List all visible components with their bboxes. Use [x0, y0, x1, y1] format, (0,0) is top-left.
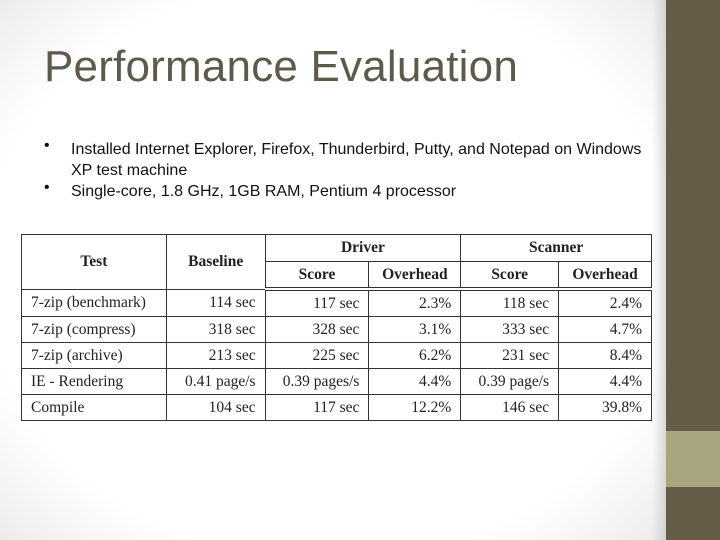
cell-driver-overhead: 4.4% [368, 368, 462, 395]
cell-scanner-score: 231 sec [460, 342, 560, 369]
table-row: 7-zip (compress) 318 sec 328 sec 3.1% 33… [21, 316, 652, 343]
cell-scanner-overhead: 8.4% [558, 342, 652, 369]
cell-baseline: 114 sec [165, 288, 266, 317]
header-driver-score: Score [264, 261, 370, 291]
table-row: 7-zip (archive) 213 sec 225 sec 6.2% 231… [21, 342, 652, 369]
cell-scanner-overhead: 2.4% [558, 288, 652, 317]
cell-driver-score: 117 sec [264, 288, 370, 317]
cell-scanner-overhead: 39.8% [558, 394, 652, 421]
cell-test: Compile [21, 394, 167, 421]
bullet-text: Single-core, 1.8 GHz, 1GB RAM, Pentium 4… [71, 183, 457, 200]
cell-test: 7-zip (archive) [21, 342, 167, 369]
cell-driver-score: 328 sec [264, 316, 370, 343]
performance-table: Test Baseline Driver Scanner Score Overh… [21, 234, 652, 421]
cell-scanner-score: 333 sec [460, 316, 560, 343]
cell-scanner-overhead: 4.7% [558, 316, 652, 343]
header-scanner: Scanner [460, 234, 652, 262]
cell-driver-score: 225 sec [264, 342, 370, 369]
cell-baseline: 213 sec [165, 342, 266, 369]
cell-scanner-score: 118 sec [460, 288, 560, 317]
cell-baseline: 104 sec [165, 394, 266, 421]
header-scanner-overhead: Overhead [558, 261, 652, 291]
cell-driver-overhead: 12.2% [368, 394, 462, 421]
bullet-list: • Installed Internet Explorer, Firefox, … [44, 137, 644, 202]
cell-test: IE - Rendering [21, 368, 167, 395]
side-accent-block [666, 431, 720, 487]
table-header: Test Baseline Driver Scanner Score Overh… [21, 234, 652, 291]
table-row: Compile 104 sec 117 sec 12.2% 146 sec 39… [21, 394, 652, 421]
side-band-shadow [652, 0, 666, 540]
cell-driver-overhead: 2.3% [368, 288, 462, 317]
cell-driver-overhead: 6.2% [368, 342, 462, 369]
bullet-item: • Single-core, 1.8 GHz, 1GB RAM, Pentium… [44, 179, 644, 202]
cell-baseline: 318 sec [165, 316, 266, 343]
header-driver-overhead: Overhead [368, 261, 462, 291]
bullet-text: Installed Internet Explorer, Firefox, Th… [71, 141, 642, 179]
bullet-icon: • [44, 179, 50, 196]
cell-scanner-overhead: 4.4% [558, 368, 652, 395]
bullet-icon: • [44, 137, 50, 154]
table-row: IE - Rendering 0.41 page/s 0.39 pages/s … [21, 368, 652, 395]
cell-test: 7-zip (benchmark) [21, 288, 167, 317]
header-baseline: Baseline [165, 234, 266, 290]
cell-test: 7-zip (compress) [21, 316, 167, 343]
slide-title: Performance Evaluation [44, 42, 518, 91]
cell-driver-score: 0.39 pages/s [264, 368, 370, 395]
cell-scanner-score: 0.39 page/s [460, 368, 560, 395]
cell-driver-score: 117 sec [264, 394, 370, 421]
cell-driver-overhead: 3.1% [368, 316, 462, 343]
header-driver: Driver [264, 234, 462, 262]
header-test: Test [21, 234, 167, 290]
table-row: 7-zip (benchmark) 114 sec 117 sec 2.3% 1… [21, 288, 652, 317]
header-scanner-score: Score [460, 261, 560, 291]
slide: Performance Evaluation • Installed Inter… [0, 0, 720, 540]
header-row: Test Baseline Driver Scanner [21, 234, 652, 290]
cell-baseline: 0.41 page/s [165, 368, 266, 395]
cell-scanner-score: 146 sec [460, 394, 560, 421]
bullet-item: • Installed Internet Explorer, Firefox, … [44, 137, 644, 181]
table-body: 7-zip (benchmark) 114 sec 117 sec 2.3% 1… [21, 288, 652, 421]
